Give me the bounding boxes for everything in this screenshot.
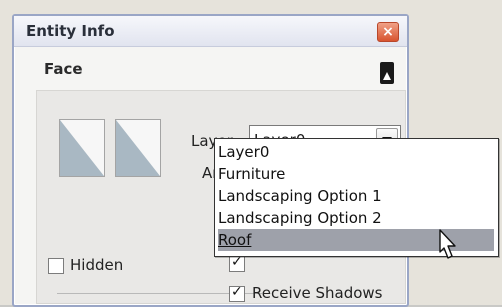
desktop-background: Entity Info × Face Layer: Layer0 Area: [0,0,502,307]
dropdown-option-label: Furniture [218,165,286,183]
dropdown-option[interactable]: Landscaping Option 2 [218,207,494,229]
dropdown-option[interactable]: Layer0 [218,141,494,163]
collapse-icon[interactable] [380,62,394,84]
dropdown-option-label: Layer0 [218,143,270,161]
dropdown-option-label: Landscaping Option 2 [218,209,382,227]
window-title: Entity Info [26,22,115,40]
front-material-swatch[interactable] [59,119,105,177]
close-button[interactable]: × [377,22,399,42]
receive-shadows-label: Receive Shadows [252,284,383,302]
hidden-label: Hidden [70,256,124,274]
dropdown-option[interactable]: Furniture [218,163,494,185]
pointer-cursor-icon [439,229,456,259]
cast-shadows-checkbox[interactable] [229,254,245,272]
receive-shadows-checkbox[interactable] [229,284,245,302]
dropdown-option-label: Landscaping Option 1 [218,187,382,205]
section-title: Face [44,60,83,78]
back-material-swatch[interactable] [115,119,161,177]
section-header: Face [36,54,396,94]
dropdown-option-label: Roof [218,231,252,249]
close-icon: × [382,24,394,40]
title-bar[interactable]: Entity Info × [14,16,407,47]
hidden-checkbox[interactable] [48,258,64,274]
dropdown-option[interactable]: Landscaping Option 1 [218,185,494,207]
